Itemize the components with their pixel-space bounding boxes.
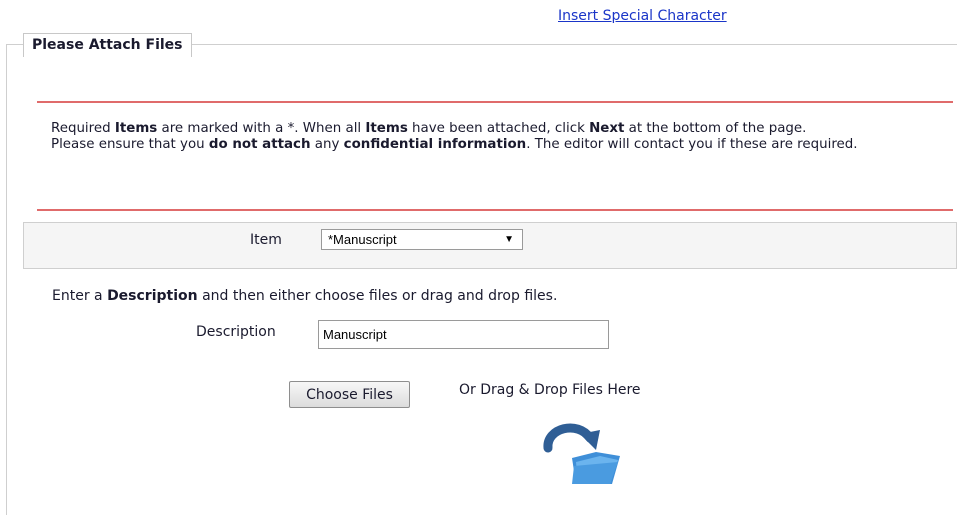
section-legend: Please Attach Files	[23, 33, 192, 57]
item-select-value: *Manuscript	[328, 232, 397, 247]
description-instruction: Enter a Description and then either choo…	[52, 288, 557, 304]
instruction-bold-description: Description	[107, 288, 198, 304]
description-input[interactable]	[318, 320, 609, 349]
notice-text: are marked with a *. When all	[157, 121, 366, 136]
item-label: Item	[250, 232, 282, 248]
dropdown-arrow-icon: ▼	[504, 234, 514, 245]
notice-bold-next: Next	[589, 121, 625, 136]
item-select[interactable]: *Manuscript ▼	[321, 229, 523, 250]
insert-special-character-link[interactable]: Insert Special Character	[558, 8, 727, 24]
notice-bold-do-not-attach: do not attach	[208, 137, 311, 152]
notice-text: . The editor will contact you if these a…	[526, 137, 858, 152]
description-label: Description	[196, 324, 276, 340]
instructions-notice: Required Items are marked with a *. When…	[37, 101, 953, 211]
notice-bold-confidential: confidential information	[343, 137, 527, 152]
notice-bold-items: Items	[114, 121, 158, 136]
notice-text: any	[310, 137, 344, 152]
drag-drop-label: Or Drag & Drop Files Here	[459, 382, 641, 398]
folder-drop-icon[interactable]	[538, 418, 622, 486]
notice-text: Please ensure that you	[51, 137, 209, 152]
instruction-text: Enter a	[52, 288, 108, 304]
notice-text: have been attached, click	[407, 121, 590, 136]
choose-files-button[interactable]: Choose Files	[289, 381, 410, 408]
notice-bold-items: Items	[365, 121, 408, 136]
instruction-text: and then either choose files or drag and…	[197, 288, 558, 304]
notice-text: at the bottom of the page.	[624, 121, 807, 136]
notice-text: Required	[51, 121, 115, 136]
